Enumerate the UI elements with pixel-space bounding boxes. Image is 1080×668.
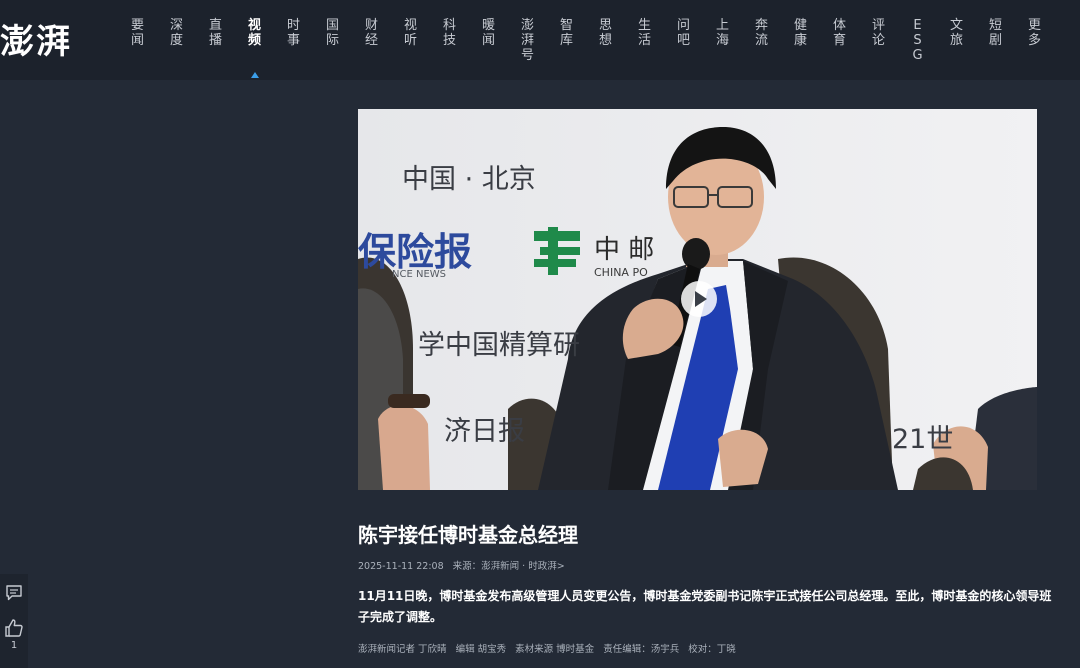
backdrop-paper-text: 保险报	[358, 230, 473, 274]
article-summary: 11月11日晚，博时基金发布高级管理人员变更公告，博时基金党委副书记陈宇正式接任…	[358, 589, 1052, 624]
nav-item-17[interactable]: 健康	[781, 18, 820, 63]
source-label: 来源：	[452, 561, 482, 572]
nav-item-14[interactable]: 问吧	[664, 18, 703, 63]
side-toolbar: 1	[0, 574, 28, 668]
nav-item-23[interactable]: 更多	[1015, 18, 1054, 63]
video-poster[interactable]: 中国 · 北京 保险报 NCE NEWS 中 邮 CHINA PO 学中国精算研…	[358, 109, 1037, 490]
nav-item-label: 生活	[637, 18, 651, 48]
material-credit: 素材来源 博时基金	[515, 644, 595, 655]
nav-item-6[interactable]: 财经	[352, 18, 391, 63]
nav-item-19[interactable]: 评论	[859, 18, 898, 63]
nav-item-label: 问吧	[676, 18, 690, 48]
active-tab-indicator	[250, 72, 259, 78]
backdrop-century-text: 21世	[892, 424, 954, 455]
nav-item-7[interactable]: 视听	[391, 18, 430, 63]
nav-item-label: 时事	[286, 18, 300, 48]
nav-item-label: 深度	[169, 18, 183, 48]
nav-item-label: 澎湃号	[520, 18, 534, 63]
nav-item-label: 评论	[871, 18, 885, 48]
reporter-credit: 澎湃新闻记者 丁欣晴	[358, 644, 447, 655]
nav-item-13[interactable]: 生活	[625, 18, 664, 63]
nav-item-2[interactable]: 直播	[196, 18, 235, 63]
nav-item-label: 更多	[1027, 18, 1041, 48]
nav-item-22[interactable]: 短剧	[976, 18, 1015, 63]
backdrop-actuary-text: 学中国精算研	[418, 330, 580, 361]
nav-item-20[interactable]: ESG	[898, 18, 937, 63]
nav-item-16[interactable]: 奔流	[742, 18, 781, 63]
nav-item-1[interactable]: 深度	[157, 18, 196, 63]
nav-item-0[interactable]: 要闻	[118, 18, 157, 63]
nav-item-label: 上海	[715, 18, 729, 48]
backdrop-post-text: 中 邮	[594, 235, 655, 265]
nav-item-label: 体育	[832, 18, 846, 48]
publish-datetime: 2025-11-11 22:08	[358, 561, 444, 572]
nav-item-12[interactable]: 思想	[586, 18, 625, 63]
nav-item-10[interactable]: 澎湃号	[508, 18, 547, 63]
nav-item-label: ESG	[912, 18, 923, 63]
nav-item-3[interactable]: 视频	[235, 18, 274, 78]
nav-item-label: 文旅	[949, 18, 963, 48]
nav-item-18[interactable]: 体育	[820, 18, 859, 63]
nav-item-label: 直播	[208, 18, 222, 48]
nav-item-9[interactable]: 暖闻	[469, 18, 508, 63]
channel-nav: 要闻深度直播视频时事国际财经视听科技暖闻 澎湃号 智库思想生活问吧上海奔流健康体育评…	[118, 18, 1054, 78]
nav-item-5[interactable]: 国际	[313, 18, 352, 63]
article-meta: 2025-11-11 22:08 来源：澎湃新闻 · 时政湃>	[358, 558, 565, 572]
nav-item-label: 视频	[247, 18, 261, 48]
nav-item-4[interactable]: 时事	[274, 18, 313, 63]
comment-icon	[6, 585, 22, 601]
thumbs-up-icon	[5, 619, 23, 637]
responsible-editor-credit: 责任编辑：汤宇兵	[603, 644, 680, 655]
nav-item-21[interactable]: 文旅	[937, 18, 976, 63]
backdrop-post-en-text: CHINA PO	[594, 266, 648, 279]
nav-item-label: 思想	[598, 18, 612, 48]
nav-item-label: 科技	[442, 18, 456, 48]
backdrop-daily-text: 济日报	[444, 416, 525, 447]
nav-item-15[interactable]: 上海	[703, 18, 742, 63]
editor-credit: 编辑 胡宝秀	[455, 644, 507, 655]
comment-button[interactable]	[0, 584, 28, 602]
nav-item-label: 短剧	[988, 18, 1002, 48]
article-title: 陈宇接任博时基金总经理	[358, 523, 578, 547]
nav-item-label: 暖闻	[481, 18, 495, 48]
backdrop-city-text: 中国 · 北京	[402, 164, 536, 195]
source-link[interactable]: 澎湃新闻 · 时政湃>	[481, 561, 565, 572]
nav-item-label: 国际	[325, 18, 339, 48]
nav-item-label: 财经	[364, 18, 378, 48]
nav-item-11[interactable]: 智库	[547, 18, 586, 63]
nav-item-label: 视听	[403, 18, 417, 48]
play-button[interactable]	[681, 281, 717, 317]
like-count: 1	[10, 640, 18, 651]
nav-item-label: 智库	[559, 18, 573, 48]
nav-item-8[interactable]: 科技	[430, 18, 469, 63]
top-navigation-bar: 澎湃 要闻深度直播视频时事国际财经视听科技暖闻 澎湃号 智库思想生活问吧上海奔流健康…	[0, 0, 1080, 80]
nav-item-label: 要闻	[130, 18, 144, 48]
play-icon	[695, 291, 707, 307]
article-credits: 澎湃新闻记者 丁欣晴 编辑 胡宝秀 素材来源 博时基金 责任编辑：汤宇兵 校对：…	[358, 641, 742, 655]
nav-item-label: 健康	[793, 18, 807, 48]
backdrop-paper-en-text: NCE NEWS	[392, 269, 446, 280]
site-logo[interactable]: 澎湃	[0, 14, 72, 63]
nav-item-label: 奔流	[754, 18, 768, 48]
proofreader-credit: 校对：丁晓	[688, 644, 736, 655]
like-button[interactable]: 1	[0, 618, 28, 651]
